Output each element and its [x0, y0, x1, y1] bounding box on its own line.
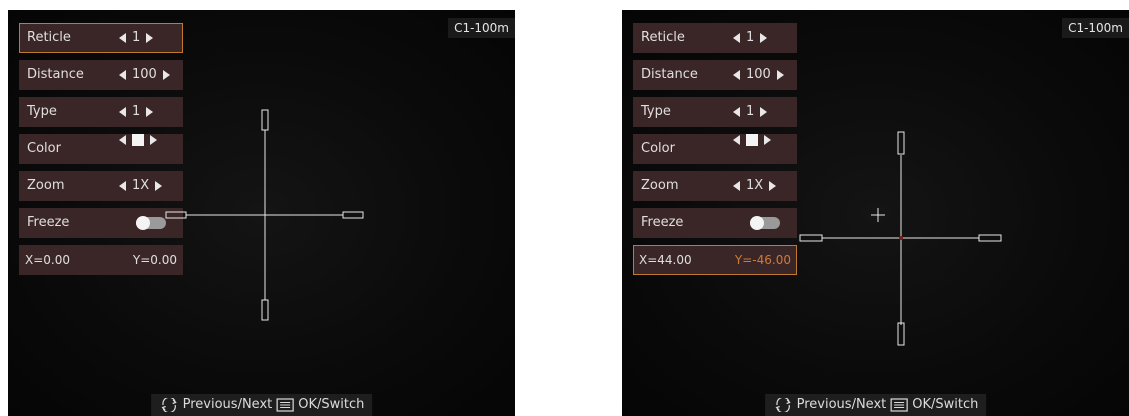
reticle-bottom-post: [897, 322, 905, 346]
reticle-right-post: [342, 211, 364, 219]
hint-previous-next: Previous/Next: [182, 397, 273, 412]
hint-ok-switch: OK/Switch: [912, 397, 979, 412]
hint-bar: Previous/Next OK/Switch: [764, 394, 987, 416]
reticle-top-post: [261, 109, 269, 131]
menu-list-icon: [890, 398, 908, 412]
left-screen: C1-100m Reticle 1 Distance 100 Type 1 Co…: [8, 10, 515, 416]
crosshair-reticle: [799, 131, 1002, 346]
hint-previous-next: Previous/Next: [796, 397, 887, 412]
reticle-center-dot: [899, 236, 903, 240]
hint-bar: Previous/Next OK/Switch: [150, 394, 373, 416]
hint-ok-switch: OK/Switch: [298, 397, 365, 412]
reticle-bottom-post: [261, 299, 269, 321]
reticle-left-post: [165, 211, 187, 219]
reticle-left-post: [799, 234, 823, 242]
menu-list-icon: [276, 398, 294, 412]
right-screen: C1-100m Reticle 1 Distance 100 Type 1 Co…: [622, 10, 1129, 416]
rotate-arrows-icon: [775, 398, 791, 412]
reticle-right-post: [978, 234, 1002, 242]
rotate-arrows-icon: [161, 398, 177, 412]
crosshair-reticle: [165, 109, 364, 321]
reticle-top-post: [897, 131, 905, 155]
